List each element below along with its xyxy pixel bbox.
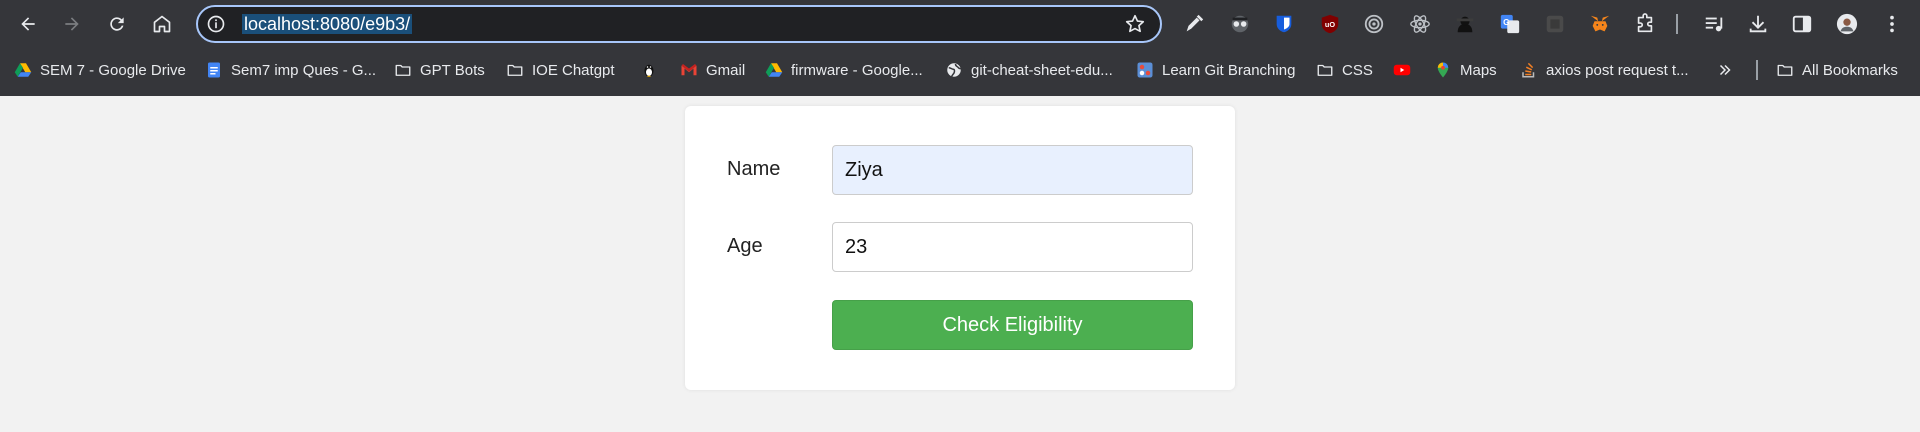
bookmark-folder-css[interactable]: CSS xyxy=(1316,52,1373,88)
drive-icon xyxy=(765,61,783,79)
target-extension[interactable] xyxy=(1360,10,1388,38)
bookmark-sem7-drive[interactable]: SEM 7 - Google Drive xyxy=(14,52,186,88)
svg-text:uO: uO xyxy=(1325,20,1335,29)
bookmark-learn-git-branching[interactable]: Learn Git Branching xyxy=(1136,52,1295,88)
docs-icon xyxy=(205,61,223,79)
gmail-icon xyxy=(680,61,698,79)
bitwarden-extension[interactable] xyxy=(1270,10,1298,38)
puzzle-icon xyxy=(1637,13,1653,33)
site-info-icon[interactable] xyxy=(206,14,226,34)
bookmark-label: firmware - Google... xyxy=(791,61,923,79)
folder-icon xyxy=(1776,61,1794,79)
back-icon xyxy=(21,17,35,31)
eyedropper-extension[interactable] xyxy=(1180,10,1208,38)
forward-icon xyxy=(65,17,79,31)
bookmark-label: CSS xyxy=(1342,61,1373,79)
profile-avatar-icon xyxy=(1836,13,1858,35)
spy-extension[interactable] xyxy=(1226,10,1254,38)
bookmark-firmware[interactable]: firmware - Google... xyxy=(765,52,923,88)
translate-icon: G xyxy=(1500,14,1520,34)
menu-button[interactable] xyxy=(1878,10,1906,38)
age-input[interactable] xyxy=(832,222,1193,272)
hacker-extension[interactable] xyxy=(1451,10,1479,38)
sidepanel-icon xyxy=(1792,15,1812,33)
linux-tux-icon xyxy=(640,61,658,79)
bookmark-folder-gpt-bots[interactable]: GPT Bots xyxy=(394,52,485,88)
ublock-icon: uO xyxy=(1321,14,1339,34)
youtube-icon xyxy=(1393,61,1411,79)
bitwarden-icon xyxy=(1276,15,1292,33)
all-bookmarks-button[interactable]: All Bookmarks xyxy=(1776,52,1898,88)
stackoverflow-icon xyxy=(1520,61,1538,79)
chevron-double-right-icon xyxy=(1716,61,1734,79)
menu-dots-icon xyxy=(1890,15,1894,33)
bookmark-maps[interactable]: Maps xyxy=(1434,52,1497,88)
bookmark-folder-ioe-chatgpt[interactable]: IOE Chatgpt xyxy=(506,52,615,88)
ublock-extension[interactable]: uO xyxy=(1316,10,1344,38)
globe-icon xyxy=(945,61,963,79)
forward-button[interactable] xyxy=(56,8,88,40)
browser-toolbar: localhost:8080/e9b3/ uO G xyxy=(0,0,1920,48)
bookmark-label: Learn Git Branching xyxy=(1162,61,1296,79)
dark-extension-icon xyxy=(1546,15,1564,33)
address-bar[interactable]: localhost:8080/e9b3/ xyxy=(196,5,1162,43)
bookmark-linux[interactable] xyxy=(640,52,666,88)
bookmark-sem7-imp-ques[interactable]: Sem7 imp Ques - G... xyxy=(205,52,376,88)
extensions-button[interactable] xyxy=(1631,10,1659,38)
metamask-icon xyxy=(1590,15,1610,32)
bookmark-label: Sem7 imp Ques - G... xyxy=(231,61,377,79)
eligibility-form-card: Name Age Check Eligibility xyxy=(685,106,1235,390)
age-label: Age xyxy=(727,235,763,257)
bookmark-label: Maps xyxy=(1460,61,1497,79)
drive-icon xyxy=(14,61,32,79)
eyedropper-icon xyxy=(1186,14,1204,32)
back-button[interactable] xyxy=(12,8,44,40)
bookmark-axios-post[interactable]: axios post request t... xyxy=(1520,52,1689,88)
toolbar-divider xyxy=(1676,14,1678,34)
name-input[interactable] xyxy=(832,145,1193,195)
svg-text:G: G xyxy=(1503,18,1509,27)
react-devtools-extension[interactable] xyxy=(1406,10,1434,38)
metamask-extension[interactable] xyxy=(1586,10,1614,38)
star-icon[interactable] xyxy=(1124,13,1146,35)
bookmark-youtube[interactable] xyxy=(1393,52,1419,88)
bookmark-label: git-cheat-sheet-edu... xyxy=(971,61,1113,79)
maps-icon xyxy=(1434,61,1452,79)
url-text[interactable]: localhost:8080/e9b3/ xyxy=(242,14,413,34)
bookmark-label: All Bookmarks xyxy=(1802,61,1898,79)
side-panel-button[interactable] xyxy=(1788,10,1816,38)
folder-icon xyxy=(1316,61,1334,79)
reload-icon xyxy=(110,17,124,31)
bookmarks-bar: SEM 7 - Google Drive Sem7 imp Ques - G..… xyxy=(0,52,1920,88)
folder-icon xyxy=(506,61,524,79)
name-label: Name xyxy=(727,158,781,180)
profile-button[interactable] xyxy=(1833,10,1861,38)
bookmark-gmail[interactable]: Gmail xyxy=(680,52,745,88)
bookmark-label: SEM 7 - Google Drive xyxy=(40,61,186,79)
translate-extension[interactable]: G xyxy=(1496,10,1524,38)
bookmark-label: GPT Bots xyxy=(420,61,485,79)
folder-icon xyxy=(394,61,412,79)
bookmark-label: axios post request t... xyxy=(1546,61,1689,79)
more-bookmarks-button[interactable] xyxy=(1716,52,1742,88)
media-icon xyxy=(1705,17,1723,32)
bookmark-label: Gmail xyxy=(706,61,746,79)
spy-icon xyxy=(1231,15,1249,33)
bookmarks-divider xyxy=(1756,60,1758,80)
downloads-button[interactable] xyxy=(1744,10,1772,38)
reload-button[interactable] xyxy=(101,8,133,40)
bookmark-git-cheat-sheet[interactable]: git-cheat-sheet-edu... xyxy=(945,52,1113,88)
react-icon xyxy=(1410,15,1430,33)
git-branch-icon xyxy=(1136,61,1154,79)
bookmark-label: IOE Chatgpt xyxy=(532,61,615,79)
hacker-icon xyxy=(1456,16,1474,33)
browser-chrome: localhost:8080/e9b3/ uO G SEM 7 - Google… xyxy=(0,0,1920,96)
check-eligibility-button[interactable]: Check Eligibility xyxy=(832,300,1193,350)
download-icon xyxy=(1749,15,1767,33)
media-button[interactable] xyxy=(1700,10,1728,38)
dark-extension[interactable] xyxy=(1541,10,1569,38)
target-icon xyxy=(1364,14,1384,34)
home-icon xyxy=(153,15,171,33)
home-button[interactable] xyxy=(146,8,178,40)
